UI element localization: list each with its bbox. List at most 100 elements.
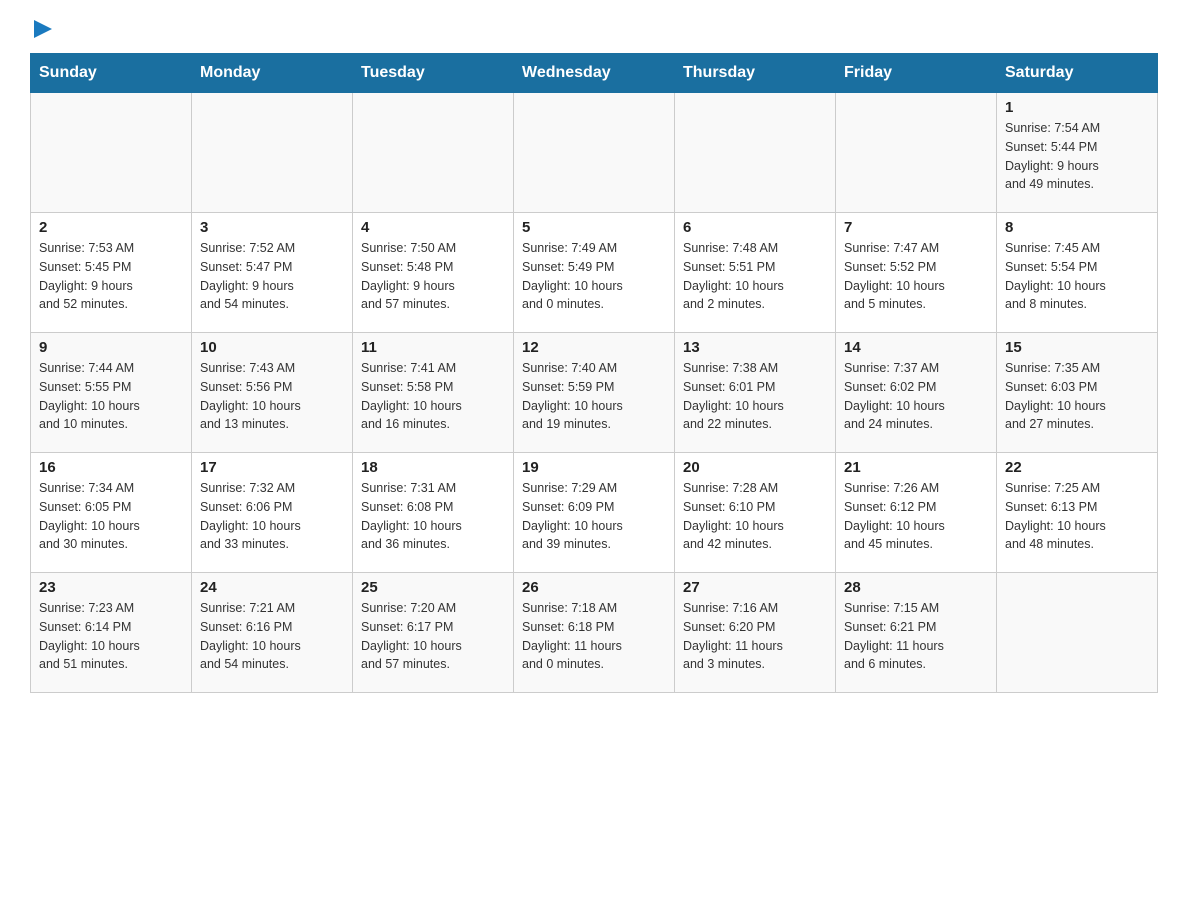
calendar-cell: 20Sunrise: 7:28 AMSunset: 6:10 PMDayligh… <box>675 453 836 573</box>
day-number: 28 <box>844 579 988 596</box>
calendar-cell: 18 Sunrise: 7:31 AMSunset: 6:08 PMDayligh… <box>353 453 514 573</box>
day-number: 26 <box>522 579 666 596</box>
day-info: Sunrise: 7:32 AMSunset: 6:06 PMDaylight:… <box>200 479 344 554</box>
calendar-header-sunday: Sunday <box>31 54 192 93</box>
calendar-cell: 3 Sunrise: 7:52 AMSunset: 5:47 PMDaylight… <box>192 213 353 333</box>
day-number: 5 <box>522 219 666 236</box>
logo <box>30 20 52 43</box>
calendar-cell: 25 Sunrise: 7:20 AMSunset: 6:17 PMDayligh… <box>353 573 514 693</box>
day-info: Sunrise: 7:16 AMSunset: 6:20 PMDaylight:… <box>683 599 827 674</box>
day-number: 2 <box>39 219 183 236</box>
calendar-cell <box>836 93 997 213</box>
calendar-cell: 2 Sunrise: 7:53 AMSunset: 5:45 PMDaylight… <box>31 213 192 333</box>
day-info: Sunrise: 7:26 AMSunset: 6:12 PMDaylight:… <box>844 479 988 554</box>
calendar-cell: 11 Sunrise: 7:41 AMSunset: 5:58 PMDayligh… <box>353 333 514 453</box>
day-info: Sunrise: 7:52 AMSunset: 5:47 PMDaylight:… <box>200 239 344 314</box>
calendar-cell: 19 Sunrise: 7:29 AMSunset: 6:09 PMDayligh… <box>514 453 675 573</box>
day-number: 6 <box>683 219 827 236</box>
calendar-cell: 7 Sunrise: 7:47 AMSunset: 5:52 PMDaylight… <box>836 213 997 333</box>
calendar-cell: 26 Sunrise: 7:18 AMSunset: 6:18 PMDayligh… <box>514 573 675 693</box>
calendar-cell: 6 Sunrise: 7:48 AMSunset: 5:51 PMDaylight… <box>675 213 836 333</box>
day-info: Sunrise: 7:41 AMSunset: 5:58 PMDaylight:… <box>361 359 505 434</box>
day-number: 4 <box>361 219 505 236</box>
day-number: 25 <box>361 579 505 596</box>
day-info: Sunrise: 7:31 AMSunset: 6:08 PMDaylight:… <box>361 479 505 554</box>
calendar-cell: 27 Sunrise: 7:16 AMSunset: 6:20 PMDayligh… <box>675 573 836 693</box>
calendar-header-thursday: Thursday <box>675 54 836 93</box>
calendar-week-3: 9 Sunrise: 7:44 AMSunset: 5:55 PMDaylight… <box>31 333 1158 453</box>
day-info: Sunrise: 7:21 AMSunset: 6:16 PMDaylight:… <box>200 599 344 674</box>
day-info: Sunrise: 7:48 AMSunset: 5:51 PMDaylight:… <box>683 239 827 314</box>
day-info: Sunrise: 7:44 AMSunset: 5:55 PMDaylight:… <box>39 359 183 434</box>
calendar-week-1: 1 Sunrise: 7:54 AMSunset: 5:44 PMDaylight… <box>31 93 1158 213</box>
day-info: Sunrise: 7:45 AMSunset: 5:54 PMDaylight:… <box>1005 239 1149 314</box>
day-number: 15 <box>1005 339 1149 356</box>
calendar-cell: 12 Sunrise: 7:40 AMSunset: 5:59 PMDayligh… <box>514 333 675 453</box>
day-info: Sunrise: 7:53 AMSunset: 5:45 PMDaylight:… <box>39 239 183 314</box>
day-info: Sunrise: 7:15 AMSunset: 6:21 PMDaylight:… <box>844 599 988 674</box>
day-number: 21 <box>844 459 988 476</box>
calendar-cell: 23 Sunrise: 7:23 AMSunset: 6:14 PMDayligh… <box>31 573 192 693</box>
calendar-cell: 17Sunrise: 7:32 AMSunset: 6:06 PMDayligh… <box>192 453 353 573</box>
calendar-cell: 22 Sunrise: 7:25 AMSunset: 6:13 PMDayligh… <box>997 453 1158 573</box>
day-number: 8 <box>1005 219 1149 236</box>
day-number: 16 <box>39 459 183 476</box>
day-number: 12 <box>522 339 666 356</box>
day-number: 7 <box>844 219 988 236</box>
day-number: 18 <box>361 459 505 476</box>
day-number: 19 <box>522 459 666 476</box>
day-info: Sunrise: 7:23 AMSunset: 6:14 PMDaylight:… <box>39 599 183 674</box>
calendar-cell: 1 Sunrise: 7:54 AMSunset: 5:44 PMDaylight… <box>997 93 1158 213</box>
day-number: 20 <box>683 459 827 476</box>
calendar-cell <box>514 93 675 213</box>
day-info: Sunrise: 7:37 AMSunset: 6:02 PMDaylight:… <box>844 359 988 434</box>
calendar-table: SundayMondayTuesdayWednesdayThursdayFrid… <box>30 53 1158 693</box>
calendar-header-monday: Monday <box>192 54 353 93</box>
calendar-cell: 9 Sunrise: 7:44 AMSunset: 5:55 PMDaylight… <box>31 333 192 453</box>
day-number: 11 <box>361 339 505 356</box>
day-number: 9 <box>39 339 183 356</box>
calendar-week-2: 2 Sunrise: 7:53 AMSunset: 5:45 PMDaylight… <box>31 213 1158 333</box>
day-number: 14 <box>844 339 988 356</box>
page-header <box>30 20 1158 43</box>
calendar-header-wednesday: Wednesday <box>514 54 675 93</box>
day-info: Sunrise: 7:29 AMSunset: 6:09 PMDaylight:… <box>522 479 666 554</box>
calendar-header-saturday: Saturday <box>997 54 1158 93</box>
day-info: Sunrise: 7:50 AMSunset: 5:48 PMDaylight:… <box>361 239 505 314</box>
calendar-cell: 8 Sunrise: 7:45 AMSunset: 5:54 PMDaylight… <box>997 213 1158 333</box>
day-info: Sunrise: 7:18 AMSunset: 6:18 PMDaylight:… <box>522 599 666 674</box>
calendar-cell <box>997 573 1158 693</box>
logo-triangle-icon <box>34 20 52 43</box>
day-number: 24 <box>200 579 344 596</box>
calendar-cell: 5 Sunrise: 7:49 AMSunset: 5:49 PMDaylight… <box>514 213 675 333</box>
day-info: Sunrise: 7:34 AMSunset: 6:05 PMDaylight:… <box>39 479 183 554</box>
day-info: Sunrise: 7:40 AMSunset: 5:59 PMDaylight:… <box>522 359 666 434</box>
day-info: Sunrise: 7:54 AMSunset: 5:44 PMDaylight:… <box>1005 119 1149 194</box>
calendar-cell: 15 Sunrise: 7:35 AMSunset: 6:03 PMDayligh… <box>997 333 1158 453</box>
day-number: 1 <box>1005 99 1149 116</box>
calendar-cell: 14 Sunrise: 7:37 AMSunset: 6:02 PMDayligh… <box>836 333 997 453</box>
calendar-cell: 21 Sunrise: 7:26 AMSunset: 6:12 PMDayligh… <box>836 453 997 573</box>
day-number: 3 <box>200 219 344 236</box>
calendar-header-tuesday: Tuesday <box>353 54 514 93</box>
calendar-cell <box>192 93 353 213</box>
day-info: Sunrise: 7:20 AMSunset: 6:17 PMDaylight:… <box>361 599 505 674</box>
day-info: Sunrise: 7:43 AMSunset: 5:56 PMDaylight:… <box>200 359 344 434</box>
day-number: 22 <box>1005 459 1149 476</box>
day-number: 13 <box>683 339 827 356</box>
day-info: Sunrise: 7:47 AMSunset: 5:52 PMDaylight:… <box>844 239 988 314</box>
day-info: Sunrise: 7:38 AMSunset: 6:01 PMDaylight:… <box>683 359 827 434</box>
calendar-cell <box>675 93 836 213</box>
day-number: 23 <box>39 579 183 596</box>
day-info: Sunrise: 7:49 AMSunset: 5:49 PMDaylight:… <box>522 239 666 314</box>
calendar-header-friday: Friday <box>836 54 997 93</box>
calendar-cell: 13 Sunrise: 7:38 AMSunset: 6:01 PMDayligh… <box>675 333 836 453</box>
calendar-week-5: 23 Sunrise: 7:23 AMSunset: 6:14 PMDayligh… <box>31 573 1158 693</box>
calendar-cell: 24 Sunrise: 7:21 AMSunset: 6:16 PMDayligh… <box>192 573 353 693</box>
day-number: 27 <box>683 579 827 596</box>
day-info: Sunrise: 7:35 AMSunset: 6:03 PMDaylight:… <box>1005 359 1149 434</box>
calendar-cell: 28 Sunrise: 7:15 AMSunset: 6:21 PMDayligh… <box>836 573 997 693</box>
calendar-cell: 4 Sunrise: 7:50 AMSunset: 5:48 PMDaylight… <box>353 213 514 333</box>
day-info: Sunrise: 7:25 AMSunset: 6:13 PMDaylight:… <box>1005 479 1149 554</box>
calendar-cell: 10Sunrise: 7:43 AMSunset: 5:56 PMDayligh… <box>192 333 353 453</box>
